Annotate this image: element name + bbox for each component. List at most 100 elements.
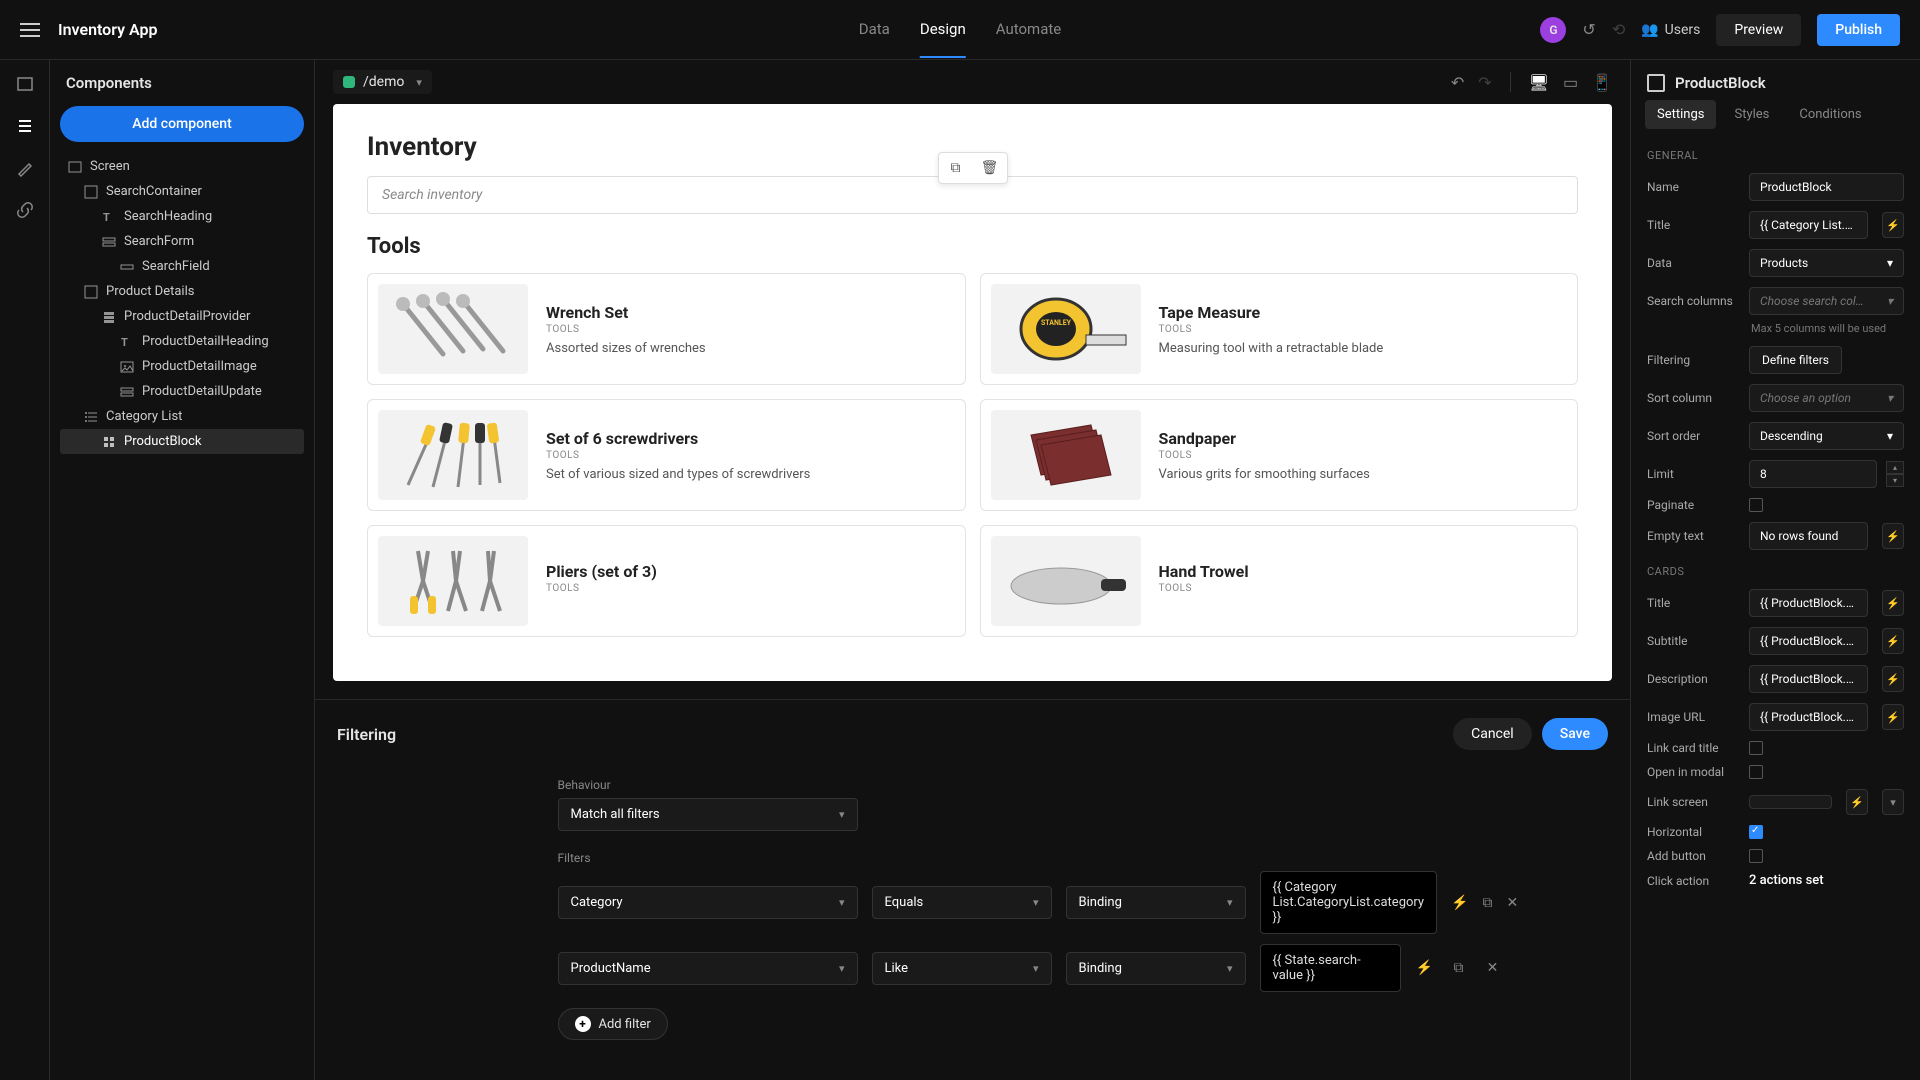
name-input[interactable]: ProductBlock	[1749, 173, 1904, 201]
sortcol-select[interactable]: Choose an option▾	[1749, 384, 1904, 412]
product-card[interactable]: Pliers (set of 3)TOOLS	[367, 525, 966, 637]
tab-design[interactable]: Design	[920, 2, 966, 58]
filter-operator-select[interactable]: Like▾	[872, 952, 1052, 985]
revert-icon[interactable]: ⟲	[1612, 20, 1625, 39]
bolt-icon[interactable]: ⚡	[1451, 895, 1468, 911]
duplicate-icon[interactable]: ⧉	[1483, 895, 1493, 911]
filter-column-select[interactable]: ProductName▾	[558, 952, 858, 985]
paginate-checkbox[interactable]	[1749, 498, 1763, 512]
device-tablet-icon[interactable]: ▭	[1563, 73, 1578, 92]
rail-links-icon[interactable]	[15, 200, 35, 220]
bolt-icon[interactable]: ⚡	[1882, 523, 1904, 549]
linktitle-checkbox[interactable]	[1749, 741, 1763, 755]
carddesc-input[interactable]: {{ ProductBlock.P…	[1749, 665, 1868, 693]
product-card[interactable]: Hand TrowelTOOLS	[980, 525, 1579, 637]
settings-panel: ProductBlock Settings Styles Conditions …	[1630, 60, 1920, 1080]
tree-item-productdetailprovider[interactable]: ProductDetailProvider	[60, 304, 304, 329]
prop-openmodal-label: Open in modal	[1647, 765, 1739, 779]
filter-type-select[interactable]: Binding▾	[1066, 886, 1246, 919]
avatar[interactable]: G	[1540, 17, 1566, 43]
users-link[interactable]: 👥 Users	[1641, 22, 1700, 38]
delete-icon[interactable]: 🗑	[973, 153, 1007, 183]
rail-theme-icon[interactable]	[15, 158, 35, 178]
bolt-icon[interactable]: ⚡	[1882, 628, 1904, 654]
add-component-button[interactable]: Add component	[60, 106, 304, 142]
preview-button[interactable]: Preview	[1716, 14, 1801, 46]
tree-item-searchform[interactable]: SearchForm	[60, 229, 304, 254]
data-select[interactable]: Products▾	[1749, 249, 1904, 277]
filter-value-input[interactable]: {{ State.search-value }}	[1260, 944, 1401, 992]
publish-button[interactable]: Publish	[1817, 14, 1900, 46]
card-description: Various grits for smoothing surfaces	[1159, 467, 1370, 482]
bolt-icon[interactable]: ⚡	[1882, 704, 1904, 730]
cardtitle-input[interactable]: {{ ProductBlock.P…	[1749, 589, 1868, 617]
bolt-icon[interactable]: ⚡	[1882, 212, 1904, 238]
rail-screens-icon[interactable]	[15, 74, 35, 94]
undo-icon[interactable]: ↶	[1451, 73, 1464, 92]
product-card[interactable]: Wrench SetTOOLSAssorted sizes of wrenche…	[367, 273, 966, 385]
cardsubtitle-input[interactable]: {{ ProductBlock.P…	[1749, 627, 1868, 655]
bolt-icon[interactable]: ⚡	[1882, 666, 1904, 692]
filter-value-input[interactable]: {{ Category List.CategoryList.category }…	[1260, 871, 1438, 934]
tree-item-productblock[interactable]: ProductBlock	[60, 429, 304, 454]
bolt-icon[interactable]: ⚡	[1846, 789, 1868, 815]
duplicate-icon[interactable]: ⧉	[1449, 960, 1469, 976]
tree-item-searchcontainer[interactable]: SearchContainer	[60, 179, 304, 204]
route-selector[interactable]: /demo ▾	[333, 70, 432, 94]
product-card[interactable]: STANLEYTape MeasureTOOLSMeasuring tool w…	[980, 273, 1579, 385]
save-button[interactable]: Save	[1542, 718, 1608, 750]
tree-item-searchfield[interactable]: SearchField	[60, 254, 304, 279]
tab-settings[interactable]: Settings	[1645, 100, 1716, 129]
add-filter-button[interactable]: + Add filter	[558, 1008, 668, 1040]
bolt-icon[interactable]: ⚡	[1882, 590, 1904, 616]
tree-item-product-details[interactable]: Product Details	[60, 279, 304, 304]
filter-column-select[interactable]: Category▾	[558, 886, 858, 919]
openmodal-checkbox[interactable]	[1749, 765, 1763, 779]
card-title: Set of 6 screwdrivers	[546, 429, 810, 448]
title-input[interactable]: {{ Category List.C…	[1749, 211, 1868, 239]
tree-item-productdetailheading[interactable]: TProductDetailHeading	[60, 329, 304, 354]
limit-input[interactable]: 8	[1749, 460, 1877, 488]
rail-components-icon[interactable]	[15, 116, 35, 136]
menu-icon[interactable]	[20, 23, 40, 37]
addbutton-checkbox[interactable]	[1749, 849, 1763, 863]
close-icon[interactable]: ✕	[1483, 960, 1503, 976]
tree-item-screen[interactable]: Screen	[60, 154, 304, 179]
preview-canvas: ⧉ 🗑 Inventory Search inventory Tools Wre…	[333, 104, 1612, 681]
tree-item-searchheading[interactable]: TSearchHeading	[60, 204, 304, 229]
cardimg-input[interactable]: {{ ProductBlock.P…	[1749, 703, 1868, 731]
tab-styles[interactable]: Styles	[1722, 100, 1781, 129]
tree-item-label: Product Details	[106, 284, 194, 299]
undo-history-icon[interactable]: ↺	[1582, 20, 1595, 39]
topbar: Inventory App Data Design Automate G ↺ ⟲…	[0, 0, 1920, 60]
device-mobile-icon[interactable]: 📱	[1592, 73, 1612, 92]
tree-item-category-list[interactable]: Category List	[60, 404, 304, 429]
card-image	[378, 410, 528, 500]
tab-conditions[interactable]: Conditions	[1787, 100, 1873, 129]
product-card[interactable]: SandpaperTOOLSVarious grits for smoothin…	[980, 399, 1579, 511]
tree-item-productdetailupdate[interactable]: ProductDetailUpdate	[60, 379, 304, 404]
chevron-down-icon[interactable]: ▾	[1882, 789, 1904, 815]
svg-text:T: T	[121, 336, 128, 349]
filter-operator-select[interactable]: Equals▾	[872, 886, 1052, 919]
sortorder-select[interactable]: Descending▾	[1749, 422, 1904, 450]
close-icon[interactable]: ✕	[1507, 895, 1519, 911]
limit-up[interactable]: ▴	[1886, 461, 1904, 474]
redo-icon[interactable]: ↷	[1478, 73, 1491, 92]
cancel-button[interactable]: Cancel	[1453, 718, 1532, 750]
empty-input[interactable]: No rows found	[1749, 522, 1868, 550]
behaviour-select[interactable]: Match all filters ▾	[558, 798, 858, 831]
searchcols-select[interactable]: Choose search col…▾	[1749, 287, 1904, 315]
tab-data[interactable]: Data	[859, 2, 890, 58]
horizontal-checkbox[interactable]	[1749, 825, 1763, 839]
tree-item-productdetailimage[interactable]: ProductDetailImage	[60, 354, 304, 379]
bolt-icon[interactable]: ⚡	[1415, 960, 1435, 976]
filter-type-select[interactable]: Binding▾	[1066, 952, 1246, 985]
tab-automate[interactable]: Automate	[996, 2, 1061, 58]
device-desktop-icon[interactable]: 🖥	[1529, 73, 1549, 92]
duplicate-icon[interactable]: ⧉	[939, 153, 973, 183]
limit-down[interactable]: ▾	[1886, 474, 1904, 487]
product-card[interactable]: Set of 6 screwdriversTOOLSSet of various…	[367, 399, 966, 511]
linkscreen-input[interactable]	[1749, 795, 1832, 809]
define-filters-button[interactable]: Define filters	[1749, 346, 1842, 374]
